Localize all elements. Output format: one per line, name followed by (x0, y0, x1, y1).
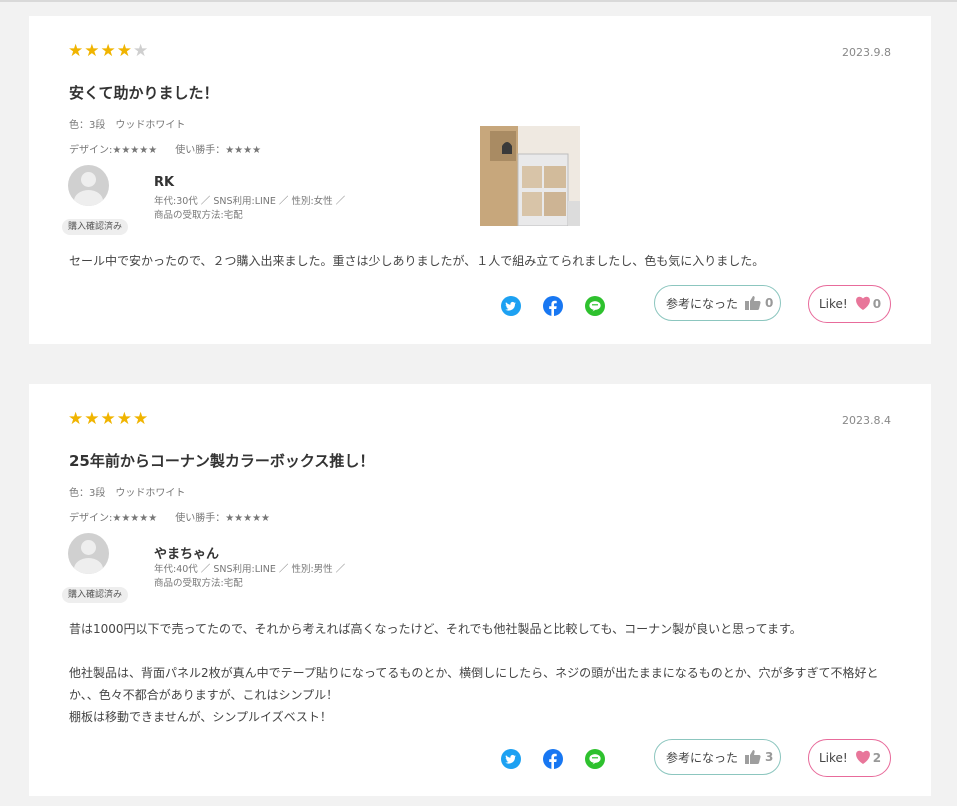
verified-purchase-badge: 購入確認済み (62, 587, 129, 603)
star-icon: ★ (68, 41, 85, 61)
helpful-button[interactable]: 参考になった 0 (654, 285, 781, 321)
star-icon: ★ (116, 409, 133, 429)
reviewer-demographics: 年代:30代 ／ SNS利用:LINE ／ 性別:女性 ／ (154, 196, 346, 207)
twitter-icon[interactable] (501, 749, 521, 769)
star-empty-icon: ★ (133, 41, 150, 61)
helpful-count: 0 (765, 296, 774, 310)
star-icon: ★ (100, 409, 117, 429)
review-title: 安くて助かりました！ (69, 84, 219, 102)
thumbs-up-icon (744, 749, 762, 765)
heart-icon (854, 749, 872, 768)
star-icon: ★ (68, 409, 85, 429)
review-paragraph (69, 640, 899, 662)
review-photo[interactable] (480, 126, 580, 226)
usability-rating: 使い勝手：★★★★ (175, 145, 262, 156)
review-paragraph: 棚板は移動できませんが、シンプルイズベスト！ (69, 710, 332, 724)
variant-info: 色：3段 ウッドホワイト (69, 488, 186, 499)
reviewer-info: 年代:30代 ／ SNS利用:LINE ／ 性別:女性 ／ 商品の受取方法:宅配 (154, 195, 345, 223)
review-paragraph: 昔は1000円以下で売ってたので、それから考えれば高くなったけど、それでも他社製… (69, 622, 802, 636)
star-icon: ★ (84, 409, 101, 429)
helpful-button[interactable]: 参考になった 3 (654, 739, 781, 775)
review-date: 2023.9.8 (842, 46, 891, 59)
star-icon: ★ (100, 41, 117, 61)
like-count: 2 (872, 751, 882, 765)
reviewer-name: RK (154, 175, 175, 190)
verified-purchase-badge: 購入確認済み (62, 219, 129, 235)
like-button[interactable]: Like! 2 (808, 739, 891, 777)
review-body: 昔は1000円以下で売ってたので、それから考えれば高くなったけど、それでも他社製… (69, 618, 899, 728)
star-icon: ★ (84, 41, 101, 61)
variant-info: 色：3段 ウッドホワイト (69, 120, 186, 131)
like-button[interactable]: Like! 0 (808, 285, 891, 323)
star-rating: ★★★★★ (68, 41, 149, 61)
sub-ratings: デザイン:★★★★★ 使い勝手：★★★★★ (69, 509, 270, 524)
review-paragraph: 他社製品は、背面パネル2枚が真ん中でテープ貼りになってるものとか、横倒しにしたら… (69, 666, 879, 702)
sub-ratings: デザイン:★★★★★ 使い勝手：★★★★ (69, 141, 261, 156)
reviewer-delivery: 商品の受取方法:宅配 (154, 578, 243, 589)
twitter-icon[interactable] (501, 296, 521, 316)
helpful-count: 3 (765, 750, 774, 764)
reviewer-name: やまちゃん (154, 547, 220, 562)
reviewer-delivery: 商品の受取方法:宅配 (154, 210, 243, 221)
star-rating: ★★★★★ (68, 409, 149, 429)
design-rating: デザイン:★★★★★ (69, 513, 158, 524)
star-icon: ★ (133, 409, 150, 429)
reviewer-demographics: 年代:40代 ／ SNS利用:LINE ／ 性別:男性 ／ (154, 564, 346, 575)
line-icon[interactable] (585, 296, 605, 316)
facebook-icon[interactable] (543, 296, 563, 316)
usability-rating: 使い勝手：★★★★★ (175, 513, 271, 524)
like-label: Like! (819, 751, 848, 765)
facebook-icon[interactable] (543, 749, 563, 769)
thumbs-up-icon (744, 295, 762, 311)
review-body: セール中で安かったので、２つ購入出来ました。重さは少しありましたが、１人で組み立… (69, 250, 899, 272)
helpful-label: 参考になった (666, 750, 739, 765)
avatar (68, 533, 109, 574)
review-card: ★★★★★ 2023.9.8 安くて助かりました！ 色：3段 ウッドホワイト デ… (29, 16, 931, 344)
review-date: 2023.8.4 (842, 414, 891, 427)
top-divider (0, 0, 957, 2)
heart-icon (854, 295, 872, 314)
review-title: 25年前からコーナン製カラーボックス推し！ (69, 452, 375, 470)
like-label: Like! (819, 297, 848, 311)
star-icon: ★ (116, 41, 133, 61)
helpful-label: 参考になった (666, 296, 739, 311)
reviewer-info: 年代:40代 ／ SNS利用:LINE ／ 性別:男性 ／ 商品の受取方法:宅配 (154, 563, 345, 591)
review-paragraph: セール中で安かったので、２つ購入出来ました。重さは少しありましたが、１人で組み立… (69, 254, 765, 268)
review-card: ★★★★★ 2023.8.4 25年前からコーナン製カラーボックス推し！ 色：3… (29, 384, 931, 796)
line-icon[interactable] (585, 749, 605, 769)
like-count: 0 (872, 297, 882, 311)
avatar (68, 165, 109, 206)
design-rating: デザイン:★★★★★ (69, 145, 158, 156)
